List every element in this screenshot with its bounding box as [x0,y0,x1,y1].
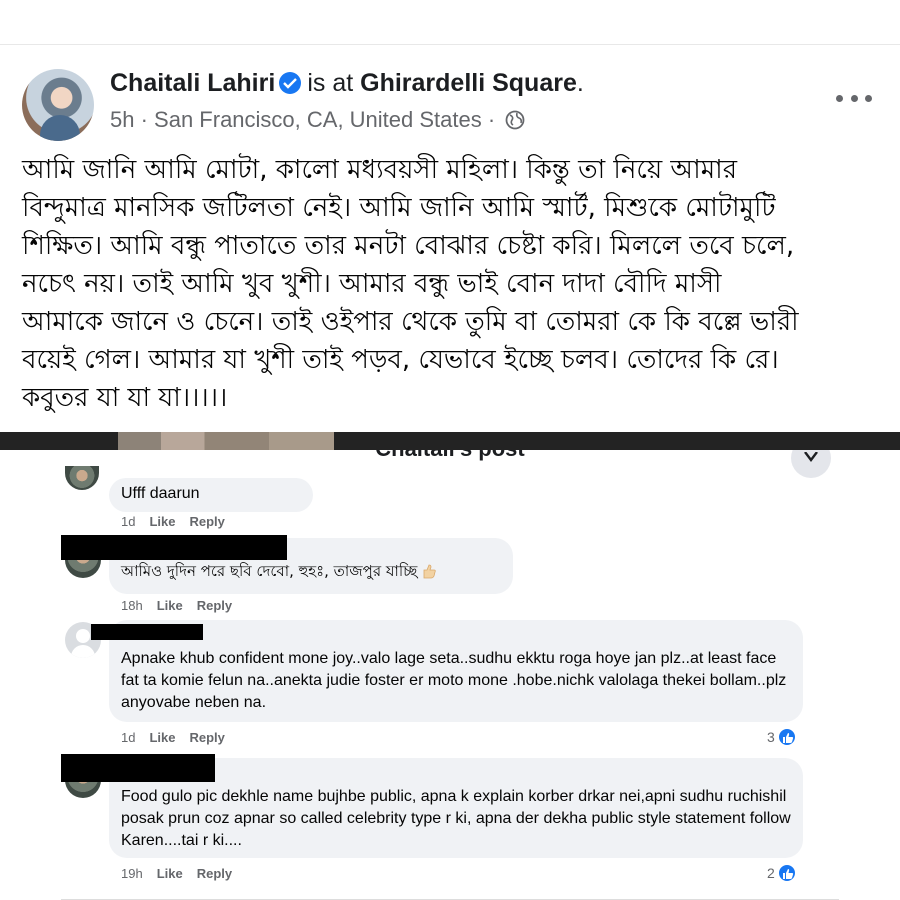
thumbs-up-emoji-icon [421,563,437,579]
redacted-author-name [91,624,203,640]
panel-title: Chaitali's post [61,450,839,462]
comment-actions: 19h Like Reply [121,866,246,881]
post-text-line: শিক্ষিত। আমি বন্ধু পাতাতে তার মনটা বোঝার… [22,231,795,261]
comment-author[interactable]: Sarbani Das [121,626,791,640]
redacted-author-name [61,535,287,560]
reaction-summary[interactable]: 3 [767,727,797,747]
reaction-summary[interactable]: 2 [767,863,797,883]
reply-button[interactable]: Reply [189,730,224,745]
author-avatar[interactable] [22,69,94,141]
post-text-line: বিন্দুমাত্র মানসিক জটিলতা নেই। আমি জানি … [22,193,776,223]
verified-badge-icon [279,72,302,94]
post-meta: 5h · San Francisco, CA, United States · [110,107,525,133]
comment-bubble: Ufff daarun [109,478,313,512]
is-at-text: is at [307,69,354,97]
post-header: Chaitali Lahiri is at Ghirardelli Square. [110,69,584,98]
close-icon[interactable] [791,450,831,478]
comment-time[interactable]: 1d [121,730,135,745]
like-button[interactable]: Like [157,866,183,881]
comment-text: আমিও দুদিন পরে ছবি দেবো, হুহঃ, তাজপুর যা… [121,560,501,582]
reaction-count: 3 [767,729,775,745]
comment-actions: 18h Like Reply [121,598,246,613]
post-text: আমি জানি আমি মোটা, কালো মধ্যবয়সী মহিলা।… [22,151,892,417]
post-text-line: আমাকে জানে ও চেনে। তাই ওইপার থেকে তুমি ব… [22,307,799,337]
comments-panel: Chaitali's post Ufff daarun 1dLikeReply … [61,450,839,900]
globe-icon [505,110,525,130]
like-reaction-icon [776,863,797,883]
like-button[interactable]: Like [149,514,175,529]
comment-text: Apnake khub confident mone joy..valo lag… [121,650,787,711]
post-text-line: আমি জানি আমি মোটা, কালো মধ্যবয়সী মহিলা।… [22,155,738,185]
like-button[interactable]: Like [157,598,183,613]
comment-bubble: Sarbani Das Apnake khub confident mone j… [109,620,803,722]
reply-button[interactable]: Reply [189,514,224,529]
post-time[interactable]: 5h [110,107,134,132]
post-text-line: বয়েই গেল। আমার যা খুশী তাই পড়ব, যেভাবে… [22,345,779,375]
comment-actions: 1d Like Reply [121,514,239,529]
reply-button[interactable]: Reply [197,866,232,881]
comment-time[interactable]: 18h [121,598,143,613]
commenter-avatar[interactable] [65,466,99,490]
post-city: San Francisco, CA, United States [154,107,482,132]
like-button[interactable]: Like [149,730,175,745]
post-text-line: কবুতর যা যা যা।।।।। [22,383,228,413]
comment-text-body: আমিও দুদিন পরে ছবি দেবো, হুহঃ, তাজপুর যা… [121,562,418,580]
redacted-author-name [61,754,215,782]
reaction-count: 2 [767,865,775,881]
location-link[interactable]: Ghirardelli Square [360,69,577,97]
comment-time[interactable]: 19h [121,866,143,881]
comment-text: Food gulo pic dekhle name bujhbe public,… [121,788,791,849]
like-reaction-icon [776,727,797,747]
background-photo-strip [118,432,334,450]
location-period: . [576,69,584,97]
meta-separator: · [481,107,496,132]
reply-button[interactable]: Reply [197,598,232,613]
author-name[interactable]: Chaitali Lahiri [110,69,275,97]
meta-separator: · [134,107,155,132]
more-options-icon[interactable] [836,91,872,105]
comment-actions: 1d Like Reply [121,730,239,745]
comment-text: Ufff daarun [121,485,200,502]
post-card: Chaitali Lahiri is at Ghirardelli Square.… [0,44,900,432]
comment-time[interactable]: 1d [121,514,135,529]
post-text-line: নচেৎ নয়। তাই আমি খুব খুশী। আমার বন্ধু ভ… [22,269,722,299]
